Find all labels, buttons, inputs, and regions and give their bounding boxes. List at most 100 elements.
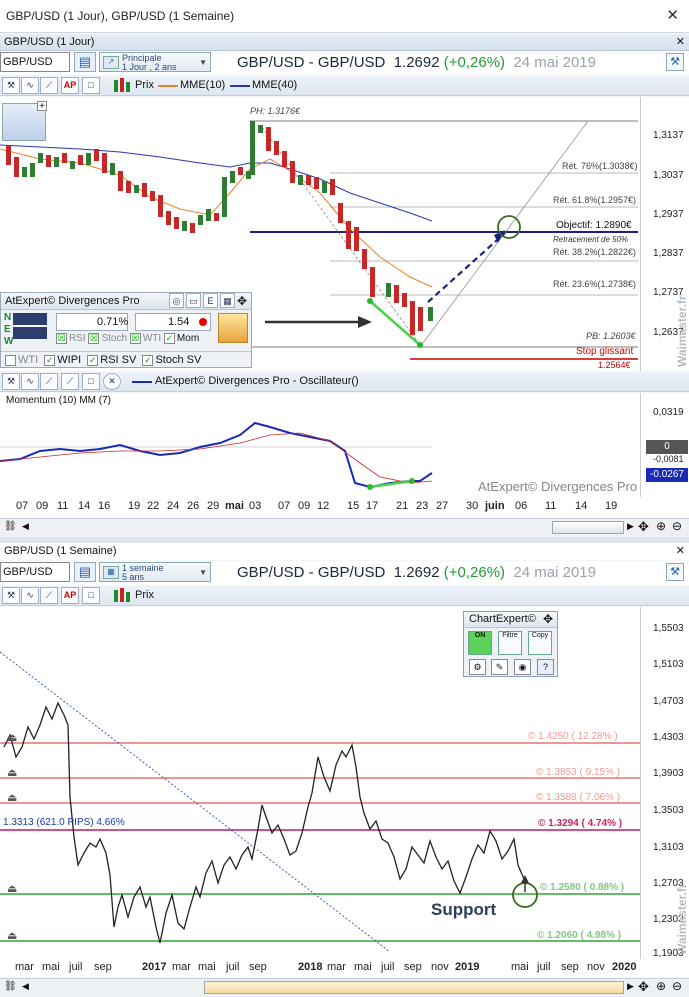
alert-marker-icon[interactable]: ⏏ — [7, 929, 17, 942]
indicator-icon[interactable]: ∿ — [21, 77, 39, 94]
frame-icon[interactable]: □ — [82, 77, 100, 94]
move-icon[interactable]: ✥ — [638, 979, 649, 995]
x-tick: 22 — [147, 500, 160, 512]
add-icon[interactable]: + — [37, 101, 47, 112]
indicator-icon[interactable]: ∿ — [21, 373, 39, 390]
scroll-left-icon[interactable]: ◀ — [22, 981, 29, 992]
objectif-label: Objectif: 1.2890€ — [556, 220, 632, 231]
symbol-input[interactable]: GBP/USD — [0, 52, 70, 72]
frame-icon[interactable]: □ — [82, 587, 100, 604]
move-icon[interactable]: ✥ — [237, 294, 247, 308]
scroll-thumb[interactable] — [552, 521, 624, 534]
move-icon[interactable]: ✥ — [543, 612, 553, 626]
x-tick: 24 — [167, 500, 180, 512]
close-icon[interactable]: ✕ — [666, 6, 679, 24]
book-icon[interactable]: ▤ — [74, 562, 96, 582]
retracement-label: Retracement de 50% — [553, 235, 629, 244]
y-tick: 1,5103 — [653, 659, 684, 670]
copy-button[interactable]: Copy — [528, 631, 552, 655]
export-icon[interactable]: E — [203, 293, 218, 308]
alert-marker-icon[interactable]: ⏏ — [7, 882, 17, 895]
signal-wave-icon — [13, 313, 47, 325]
pen-icon[interactable]: ✎ — [491, 659, 508, 675]
level-6-label: © 1.2060 ( 4.98% ) — [537, 930, 622, 941]
link-icon[interactable]: ⛓ — [4, 521, 17, 532]
osc-y-axis: 0,0319 0 -0,0081 -0.0267 — [640, 393, 689, 497]
window-icon[interactable]: ▭ — [186, 293, 201, 308]
close-icon[interactable]: ✕ — [103, 373, 121, 390]
colors-icon[interactable]: ◉ — [514, 659, 531, 675]
scroll-thumb[interactable] — [204, 981, 624, 994]
draw-icon[interactable]: ⟋ — [40, 373, 58, 390]
zoom-out-icon[interactable]: ⊖ — [672, 519, 682, 533]
ap-icon[interactable]: AP — [61, 587, 79, 604]
x-tick: mar — [172, 961, 191, 973]
draw-icon[interactable]: ⟋ — [40, 77, 58, 94]
tools-icon[interactable]: ⚒ — [2, 373, 20, 390]
period-selector[interactable]: ▦ 1 semaine 5 ans ▼ — [99, 562, 211, 582]
wti-sv-checkbox[interactable] — [5, 354, 16, 366]
tools-icon[interactable]: ⚒ — [666, 563, 684, 581]
scroll-right-icon[interactable]: ▶ — [627, 981, 634, 992]
x-tick: mai — [225, 500, 244, 512]
help-icon[interactable]: ? — [537, 659, 554, 675]
momentum-ma-line — [0, 432, 433, 484]
weekly-x-axis: mar mai juil sep 2017 mar mai juil sep 2… — [0, 959, 689, 977]
wti-checkbox[interactable]: ☒ — [129, 333, 141, 344]
refresh-icon[interactable]: ◎ — [169, 293, 184, 308]
last-price: 1.2692 — [393, 564, 440, 581]
on-button[interactable]: ON — [468, 631, 492, 655]
frame-icon[interactable]: □ — [82, 373, 100, 390]
zoom-in-icon[interactable]: ⊕ — [656, 519, 666, 533]
zoom-in-icon[interactable]: ⊕ — [656, 979, 666, 993]
link-icon[interactable]: ⛓ — [4, 981, 17, 992]
alert-marker-icon[interactable]: ⏏ — [7, 766, 17, 779]
close-icon[interactable]: ✕ — [676, 544, 685, 557]
symbol-input[interactable]: GBP/USD — [0, 562, 70, 582]
ratio-value: 1.54 — [168, 316, 190, 328]
scroll-left-icon[interactable]: ◀ — [22, 521, 29, 532]
chevron-down-icon: ▼ — [199, 568, 207, 577]
stochsv-checkbox[interactable]: ✓ — [142, 354, 154, 366]
x-tick: 17 — [366, 500, 379, 512]
level-1-label: © 1.4250 ( 12.28% ) — [528, 731, 618, 742]
x-tick: sep — [249, 961, 267, 973]
move-icon[interactable]: ✥ — [638, 519, 649, 535]
settings-icon[interactable]: ⚙ — [469, 659, 486, 675]
mom-checkbox[interactable]: ✓ — [163, 333, 175, 344]
alert-marker-icon[interactable]: ⏏ — [7, 731, 17, 744]
close-icon[interactable]: ✕ — [676, 35, 685, 48]
pane-title: GBP/USD (1 Semaine) — [4, 545, 117, 557]
daily-scrollbar[interactable]: ⛓ ◀ ▶ ✥ ⊕ ⊖ — [0, 518, 689, 536]
draw2-icon[interactable]: ⟋ — [61, 373, 79, 390]
x-tick: 07 — [278, 500, 291, 512]
ap-icon[interactable]: AP — [61, 77, 79, 94]
wipi-checkbox[interactable]: ✓ — [44, 354, 56, 366]
tools-icon[interactable]: ⚒ — [2, 587, 20, 604]
level-2-label: © 1.3853 ( 9.15% ) — [536, 767, 621, 778]
atexpert-panel: AtExpert© Divergences Pro ◎ ▭ E ▦ ✥ N E … — [0, 292, 252, 368]
tools-icon[interactable]: ⚒ — [666, 53, 684, 71]
legend-line-mme40 — [230, 85, 250, 87]
alert-marker-icon[interactable]: ⏏ — [7, 791, 17, 804]
book-icon[interactable]: ▤ — [74, 52, 96, 72]
quote-header: GBP/USD - GBP/USD 1.2692 (+0,26%) 24 mai… — [237, 54, 596, 71]
oscillator-chart[interactable]: Momentum (10) MM (7) AtExpert© Divergenc… — [0, 393, 640, 497]
filtre-button[interactable]: Filtre — [498, 631, 522, 655]
draw-icon[interactable]: ⟋ — [40, 587, 58, 604]
scroll-right-icon[interactable]: ▶ — [627, 521, 634, 532]
x-tick: mar — [15, 961, 34, 973]
tools-icon[interactable]: ⚒ — [2, 77, 20, 94]
rsisv-checkbox[interactable]: ✓ — [87, 354, 99, 366]
period-selector[interactable]: ↗ Principale 1 Jour , 2 ans ▼ — [99, 52, 211, 72]
bell-alert-icon[interactable] — [218, 313, 248, 343]
stoch-checkbox[interactable]: ☒ — [88, 333, 100, 344]
grid-icon[interactable]: ▦ — [220, 293, 235, 308]
rsi-label: RSI — [69, 333, 86, 345]
indicator-icon[interactable]: ∿ — [21, 587, 39, 604]
zoom-out-icon[interactable]: ⊖ — [672, 979, 682, 993]
trendline — [0, 651, 391, 953]
divergence-point — [417, 342, 423, 348]
rsi-checkbox[interactable]: ☒ — [56, 333, 67, 344]
weekly-scrollbar[interactable]: ⛓ ◀ ▶ ✥ ⊕ ⊖ — [0, 978, 689, 997]
